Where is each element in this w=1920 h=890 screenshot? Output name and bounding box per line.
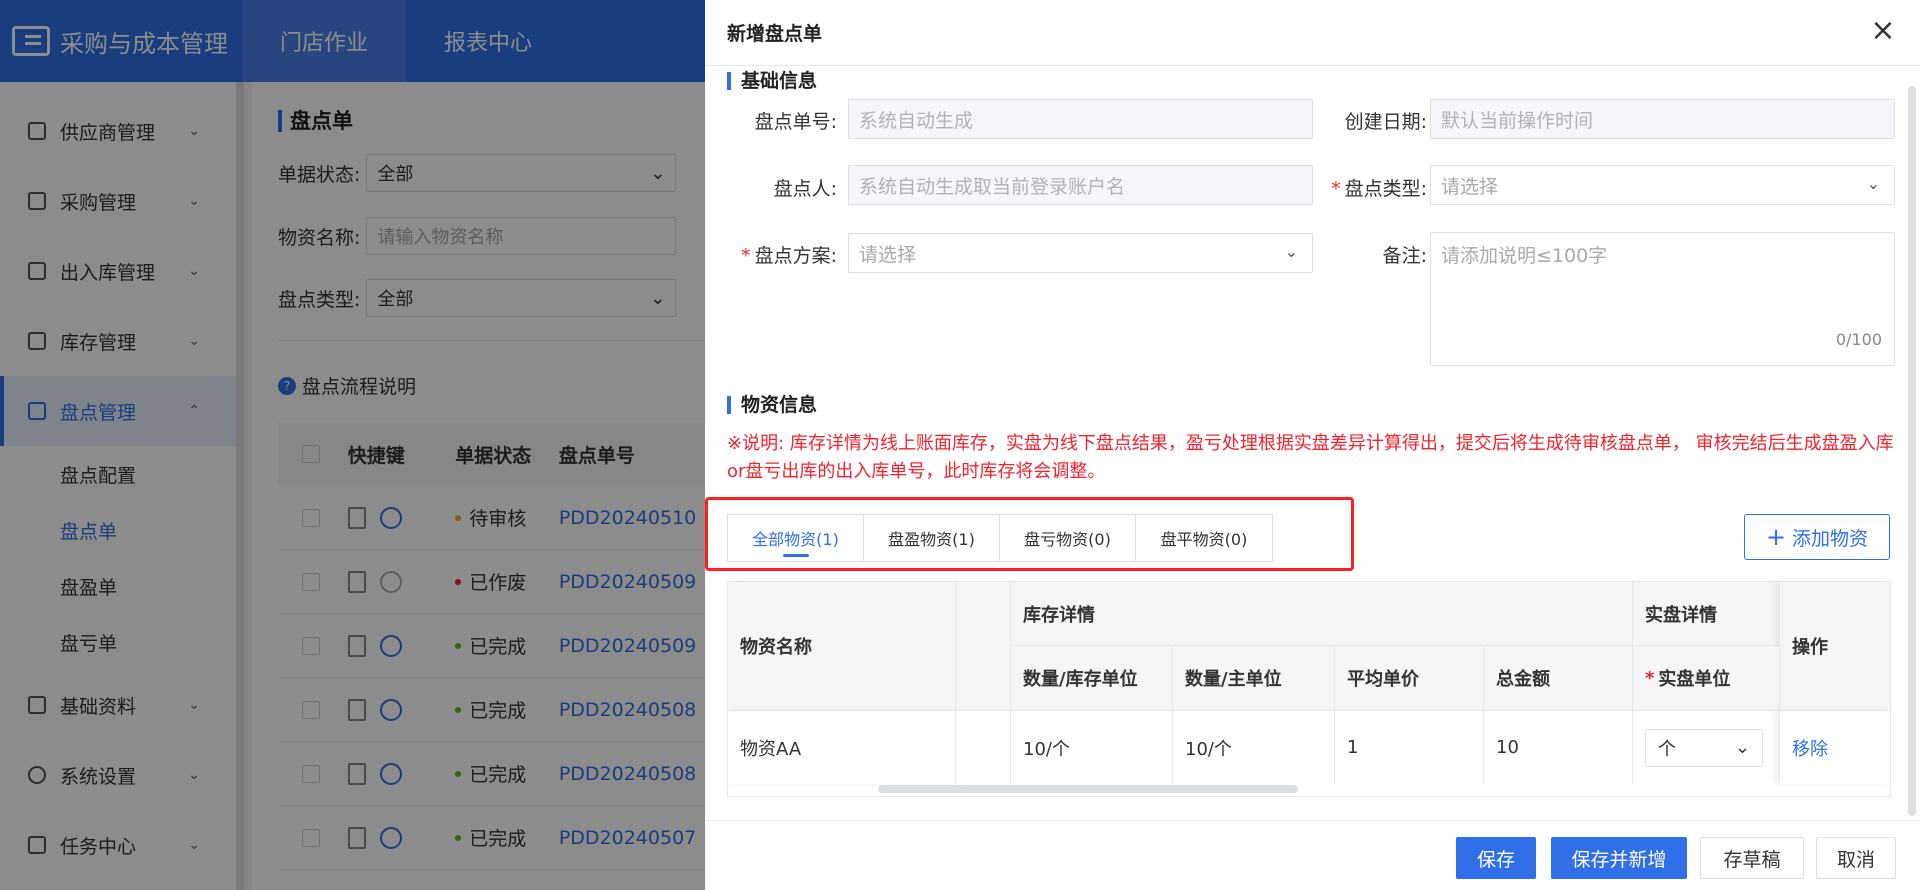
- app-root: 采购与成本管理 门店作业 报表中心 供应商管理 ⌄ 采购管理 ⌄ 出入库管理 ⌄…: [0, 0, 1920, 890]
- add-item-button[interactable]: + 添加物资: [1744, 514, 1890, 560]
- stocktake-plan-placeholder: 请选择: [859, 243, 917, 266]
- counter-label: 盘点人:: [773, 178, 837, 200]
- section-item-info: 物资信息: [727, 396, 817, 415]
- required-mark: *: [1331, 178, 1341, 200]
- cell-operation: 移除: [1779, 710, 1890, 784]
- stocktake-no-input: 系统自动生成: [848, 99, 1313, 139]
- stocktake-type-select[interactable]: 请选择 ⌄: [1430, 165, 1895, 205]
- required-mark: *: [1645, 667, 1655, 689]
- col-operation: 操作: [1779, 582, 1890, 710]
- drawer-title: 新增盘点单: [705, 0, 1920, 66]
- cell-item-name: 物资AA: [728, 710, 956, 784]
- chevron-down-icon: ⌄: [1734, 737, 1750, 758]
- col-group-stock: 库存详情: [1011, 582, 1633, 646]
- remark-char-count: 0/100: [1835, 330, 1882, 349]
- new-stocktake-drawer: 新增盘点单 × 基础信息 盘点单号: 系统自动生成 创建日期: 默认当前操作时间…: [705, 0, 1920, 890]
- save-draft-button[interactable]: 存草稿: [1700, 837, 1804, 879]
- col-group-actual: 实盘详情: [1633, 582, 1779, 646]
- stocktake-type-label-text: 盘点类型:: [1344, 178, 1427, 200]
- close-icon[interactable]: ×: [1868, 16, 1898, 46]
- counter-input: 系统自动生成取当前登录账户名: [848, 165, 1313, 205]
- tabs-highlight-box: [705, 497, 1354, 571]
- cell-actual-unit: 个 ⌄: [1633, 710, 1779, 784]
- col-qty-main-unit: 数量/主单位: [1173, 646, 1335, 710]
- plus-icon: +: [1765, 523, 1787, 551]
- cell-total: 10: [1484, 710, 1633, 784]
- cell-avg-price: 1: [1335, 710, 1484, 784]
- stocktake-plan-select[interactable]: 请选择 ⌄: [848, 233, 1313, 273]
- cell-hidden: [956, 710, 1011, 784]
- chevron-down-icon: ⌄: [1866, 174, 1880, 193]
- required-mark: *: [741, 245, 751, 267]
- col-total-amount: 总金额: [1484, 646, 1633, 710]
- remark-label: 备注:: [1382, 245, 1427, 267]
- col-qty-stock-unit: 数量/库存单位: [1011, 646, 1173, 710]
- col-actual-unit: * 实盘单位: [1633, 646, 1779, 710]
- col-actual-unit-text: 实盘单位: [1658, 669, 1731, 690]
- modal-overlay[interactable]: [0, 0, 705, 890]
- add-item-label: 添加物资: [1792, 527, 1869, 550]
- remove-item-link[interactable]: 移除: [1792, 735, 1828, 761]
- cell-qty-main: 10/个: [1173, 710, 1335, 784]
- col-item-name: 物资名称: [728, 582, 956, 710]
- remark-textarea[interactable]: 请添加说明≤100字 0/100: [1430, 232, 1895, 366]
- drawer-footer: 保存 保存并新增 存草稿 取消: [705, 820, 1920, 890]
- section-basic-info: 基础信息: [727, 72, 817, 91]
- drawer-scrollbar[interactable]: [1908, 86, 1916, 816]
- create-date-label: 创建日期:: [1344, 111, 1427, 133]
- item-table: 物资名称 库存详情 实盘详情 操作 数量/库存单位 数量/主单位 平均单价 总金…: [727, 581, 1891, 797]
- stocktake-plan-label: * 盘点方案:: [727, 241, 837, 268]
- chevron-down-icon: ⌄: [1284, 242, 1298, 261]
- stocktake-note: ※说明: 库存详情为线上账面库存，实盘为线下盘点结果，盈亏处理根据实盘差异计算得…: [727, 433, 1894, 482]
- create-date-input: 默认当前操作时间: [1430, 99, 1895, 139]
- stocktake-plan-label-text: 盘点方案:: [754, 245, 837, 267]
- cancel-button[interactable]: 取消: [1816, 837, 1896, 879]
- save-and-new-button[interactable]: 保存并新增: [1551, 837, 1687, 879]
- col-hidden: [956, 582, 1011, 710]
- actual-unit-select[interactable]: 个 ⌄: [1645, 728, 1763, 767]
- save-button[interactable]: 保存: [1456, 837, 1536, 879]
- table-horizontal-scrollbar[interactable]: [878, 785, 1298, 793]
- stocktake-type-label: * 盘点类型:: [1317, 174, 1427, 201]
- col-avg-price: 平均单价: [1335, 646, 1484, 710]
- stocktake-no-label: 盘点单号:: [754, 111, 837, 133]
- actual-unit-value: 个: [1658, 738, 1676, 760]
- remark-placeholder: 请添加说明≤100字: [1441, 245, 1608, 267]
- stocktake-type-placeholder: 请选择: [1441, 175, 1499, 198]
- cell-qty-stock: 10/个: [1011, 710, 1173, 784]
